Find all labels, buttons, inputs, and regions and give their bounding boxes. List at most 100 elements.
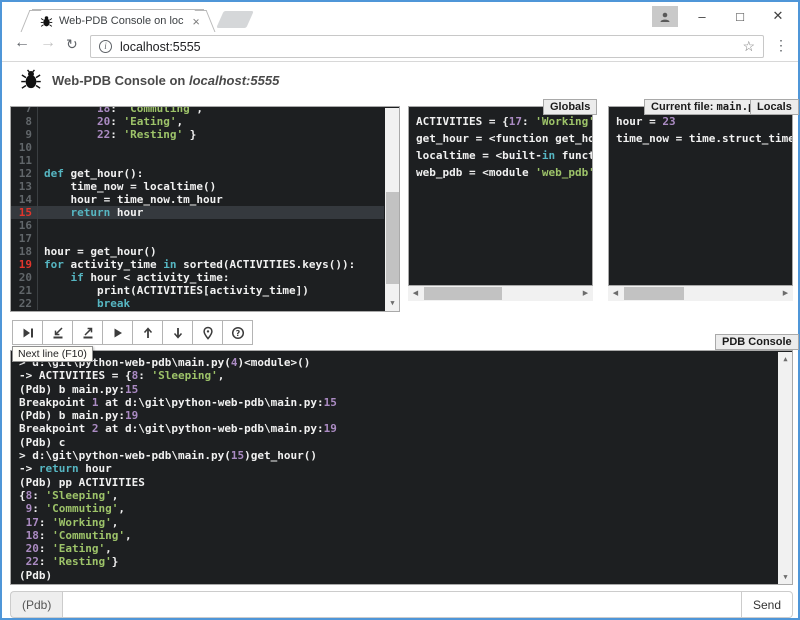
back-icon[interactable]: ←	[14, 34, 30, 52]
global-variable: web_pdb = <module 'web_pdb' from '	[416, 164, 585, 181]
console-line: 9: 'Commuting',	[19, 502, 769, 515]
code-text: hour = time_now.tm_hour	[38, 193, 223, 206]
breakpoint-line-number[interactable]: 19	[11, 258, 38, 271]
console-line: (Pdb) b main.py:15	[19, 383, 769, 396]
code-text: 22: 'Resting' }	[38, 128, 196, 141]
svg-text:?: ?	[235, 329, 240, 338]
global-variable: get_hour = <function get_hour at 0	[416, 130, 585, 147]
bug-logo-icon	[20, 69, 42, 91]
step-into-button[interactable]	[42, 320, 73, 345]
console-line: Breakpoint 2 at d:\git\python-web-pdb\ma…	[19, 422, 769, 435]
line-number[interactable]: 18	[11, 245, 38, 258]
code-line: 18hour = get_hour()	[11, 245, 384, 258]
locals-horizontal-scrollbar[interactable]: ◀ ▶	[608, 286, 793, 301]
line-number[interactable]: 16	[11, 219, 38, 232]
reload-icon[interactable]: ↻	[66, 36, 78, 53]
scroll-left-icon[interactable]: ◀	[608, 286, 623, 301]
breakpoint-line-number[interactable]: 15	[11, 206, 38, 219]
line-number[interactable]: 22	[11, 297, 38, 310]
code-text: 20: 'Eating',	[38, 115, 183, 128]
code-line: 22 break	[11, 297, 384, 310]
line-number[interactable]: 7	[11, 107, 38, 115]
browser-titlebar: Web-PDB Console on loc × – □ ✕	[2, 2, 798, 32]
next-line-button[interactable]	[12, 320, 43, 345]
line-number[interactable]: 21	[11, 284, 38, 297]
code-text: print(ACTIVITIES[activity_time])	[38, 284, 309, 297]
code-line: 14 hour = time_now.tm_hour	[11, 193, 384, 206]
info-icon[interactable]: i	[99, 40, 112, 53]
scrollbar-thumb[interactable]	[624, 287, 684, 300]
console-line: > d:\git\python-web-pdb\main.py(4)<modul…	[19, 356, 769, 369]
up-button[interactable]	[132, 320, 163, 345]
line-number[interactable]: 9	[11, 128, 38, 141]
tab-close-icon[interactable]: ×	[192, 15, 200, 28]
scroll-up-icon[interactable]: ▲	[778, 352, 793, 367]
command-input[interactable]	[62, 591, 742, 618]
global-variable: localtime = <built-in function loc	[416, 147, 585, 164]
bookmark-star-icon[interactable]: ☆	[742, 38, 755, 55]
scroll-down-icon[interactable]: ▼	[778, 570, 793, 585]
bug-favicon	[40, 15, 53, 28]
code-line: 16	[11, 219, 384, 232]
step-into-icon	[51, 326, 65, 340]
where-button[interactable]	[192, 320, 223, 345]
address-bar[interactable]: i localhost:5555 ☆	[90, 35, 764, 58]
tab-title: Web-PDB Console on loc	[59, 15, 189, 27]
code-text	[38, 141, 44, 154]
pdb-prompt-addon: (Pdb)	[10, 591, 62, 618]
code-line: 15 return hour	[11, 206, 384, 219]
line-number[interactable]: 12	[11, 167, 38, 180]
line-number[interactable]: 17	[11, 232, 38, 245]
code-text: 18: 'Commuting',	[38, 107, 203, 115]
console-line: (Pdb) b main.py:19	[19, 409, 769, 422]
console-line: -> return hour	[19, 462, 769, 475]
code-line: 9 22: 'Resting' }	[11, 128, 384, 141]
code-text: if hour < activity_time:	[38, 271, 229, 284]
line-number[interactable]: 13	[11, 180, 38, 193]
scroll-left-icon[interactable]: ◀	[408, 286, 423, 301]
step-out-icon	[81, 326, 95, 340]
console-line: -> ACTIVITIES = {8: 'Sleeping',	[19, 369, 769, 382]
local-variable: hour = 23	[616, 113, 785, 130]
code-panel: 7 18: 'Commuting',8 20: 'Eating',9 22: '…	[10, 106, 400, 312]
browser-menu-icon[interactable]: ⋮	[774, 37, 788, 54]
console-line: {8: 'Sleeping',	[19, 489, 769, 502]
code-line: 11	[11, 154, 384, 167]
scroll-right-icon[interactable]: ▶	[578, 286, 593, 301]
down-button[interactable]	[162, 320, 193, 345]
console-line: 17: 'Working',	[19, 516, 769, 529]
line-number[interactable]: 20	[11, 271, 38, 284]
url-text[interactable]: localhost:5555	[120, 40, 742, 54]
pdb-console-panel: > d:\git\python-web-pdb\main.py(4)<modul…	[10, 350, 793, 585]
forward-icon[interactable]: →	[40, 34, 56, 52]
line-number[interactable]: 14	[11, 193, 38, 206]
profile-button[interactable]	[652, 6, 678, 27]
maximize-button[interactable]: □	[722, 2, 758, 30]
continue-button[interactable]	[102, 320, 133, 345]
console-line: > d:\git\python-web-pdb\main.py(15)get_h…	[19, 449, 769, 462]
line-number[interactable]: 10	[11, 141, 38, 154]
globals-horizontal-scrollbar[interactable]: ◀ ▶	[408, 286, 593, 301]
browser-tab[interactable]: Web-PDB Console on loc ×	[32, 9, 204, 32]
globals-panel: ACTIVITIES = {17: 'Working', 18: 'get_ho…	[408, 106, 593, 286]
code-line: 20 if hour < activity_time:	[11, 271, 384, 284]
scrollbar-thumb[interactable]	[386, 192, 399, 284]
send-button[interactable]: Send	[742, 591, 793, 618]
line-number[interactable]: 8	[11, 115, 38, 128]
new-tab-button[interactable]	[216, 11, 254, 28]
code-text: def get_hour():	[38, 167, 143, 180]
locals-label: Locals	[750, 99, 799, 115]
code-line: 21 print(ACTIVITIES[activity_time])	[11, 284, 384, 297]
close-button[interactable]: ✕	[760, 2, 796, 30]
console-line: (Pdb) c	[19, 436, 769, 449]
console-vertical-scrollbar[interactable]: ▲ ▼	[778, 352, 793, 585]
help-button[interactable]: ?	[222, 320, 253, 345]
scroll-down-icon[interactable]: ▼	[385, 296, 400, 311]
minimize-button[interactable]: –	[684, 2, 720, 30]
code-line: 19for activity_time in sorted(ACTIVITIES…	[11, 258, 384, 271]
scrollbar-thumb[interactable]	[424, 287, 502, 300]
line-number[interactable]: 11	[11, 154, 38, 167]
scroll-right-icon[interactable]: ▶	[778, 286, 793, 301]
return-button[interactable]	[72, 320, 103, 345]
code-vertical-scrollbar[interactable]: ▼	[385, 108, 400, 311]
